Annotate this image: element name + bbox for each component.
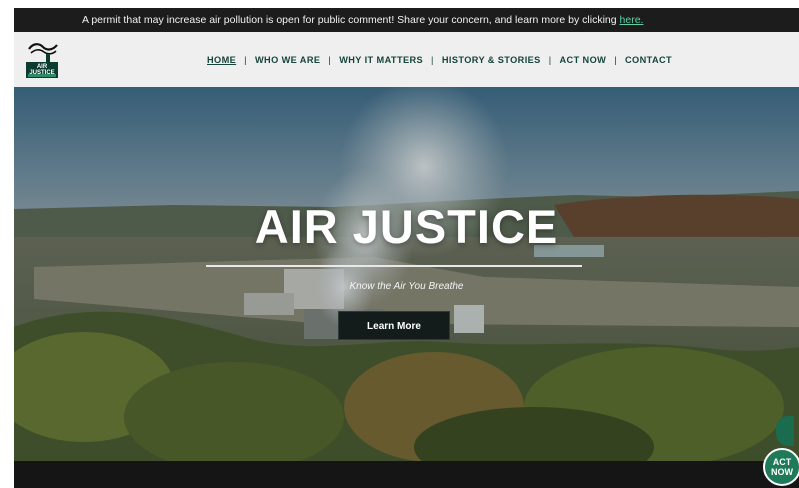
nav-home[interactable]: HOME	[207, 55, 236, 65]
hero-divider	[206, 265, 582, 267]
announcement-bar: A permit that may increase air pollution…	[14, 8, 799, 32]
act-now-line-1: ACT	[772, 457, 792, 467]
logo-text: AIR JUSTICE	[29, 64, 55, 76]
learn-more-button[interactable]: Learn More	[338, 311, 450, 340]
hero-tagline: Know the Air You Breathe	[349, 281, 464, 292]
nav-history-stories[interactable]: HISTORY & STORIES	[442, 55, 541, 65]
footer-strip	[14, 461, 799, 488]
nav-separator: |	[548, 54, 552, 65]
hero-title: AIR JUSTICE	[254, 200, 559, 253]
page-frame: A permit that may increase air pollution…	[14, 8, 799, 488]
nav-why-it-matters[interactable]: WHY IT MATTERS	[339, 55, 423, 65]
nav-contact[interactable]: CONTACT	[625, 55, 672, 65]
act-now-floating-button[interactable]: ACT NOW	[763, 448, 799, 486]
nav-act-now[interactable]: ACT NOW	[560, 55, 607, 65]
hero-section: AIR JUSTICE Know the Air You Breathe Lea…	[14, 87, 799, 461]
site-logo[interactable]: AIR JUSTICE	[24, 40, 60, 80]
announcement-text: A permit that may increase air pollution…	[82, 8, 643, 32]
chat-tab[interactable]	[776, 416, 794, 446]
nav-who-we-are[interactable]: WHO WE ARE	[255, 55, 320, 65]
act-now-line-2: NOW	[771, 467, 793, 477]
nav-separator: |	[244, 54, 247, 65]
nav-separator: |	[431, 54, 434, 65]
main-nav: HOME | WHO WE ARE | WHY IT MATTERS | HIS…	[207, 32, 672, 87]
nav-separator: |	[614, 54, 617, 65]
announcement-message: A permit that may increase air pollution…	[82, 14, 620, 26]
nav-separator: |	[328, 54, 332, 65]
aerial-power-plant-photo	[14, 87, 799, 461]
announcement-link[interactable]: here.	[620, 14, 644, 26]
site-header: AIR JUSTICE HOME | WHO WE ARE | WHY IT M…	[14, 32, 799, 87]
